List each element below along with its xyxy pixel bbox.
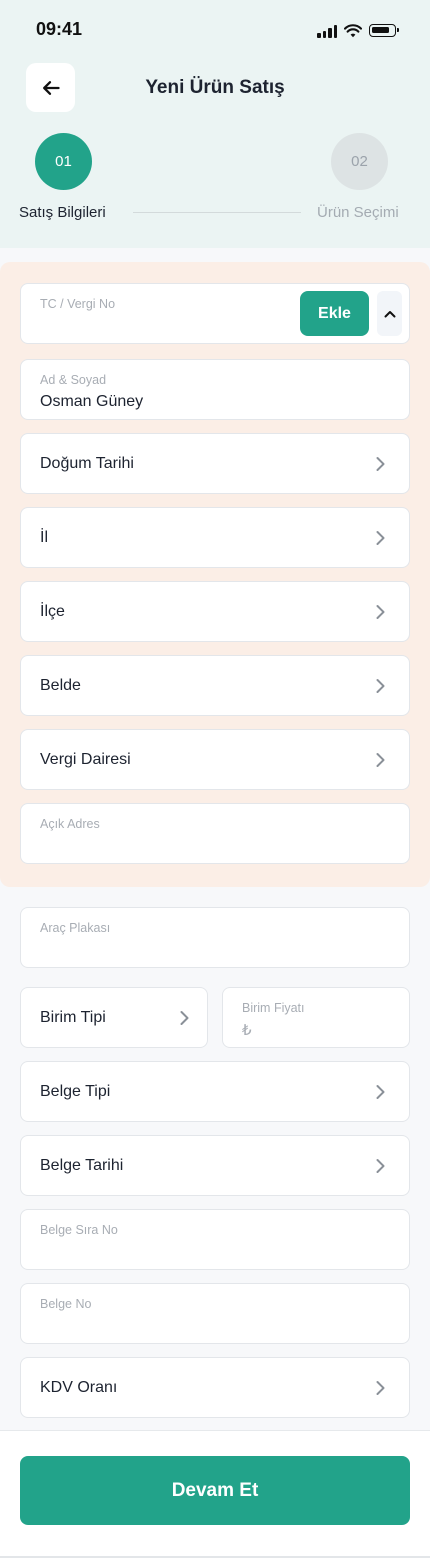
chevron-right-icon [376, 1158, 385, 1173]
add-button[interactable]: Ekle [300, 291, 369, 336]
chevron-right-icon [376, 1380, 385, 1395]
document-seq-placeholder: Belge Sıra No [40, 1223, 118, 1237]
unit-price-placeholder: Birim Fiyatı [242, 1001, 305, 1015]
unit-type-select[interactable]: Birim Tipi [20, 987, 208, 1048]
full-name-placeholder: Ad & Soyad [40, 373, 107, 387]
wifi-icon [344, 24, 362, 38]
document-type-label: Belge Tipi [40, 1082, 111, 1100]
tax-office-label: Vergi Dairesi [40, 750, 131, 768]
chevron-right-icon [376, 456, 385, 471]
district-select[interactable]: İlçe [20, 581, 410, 642]
step-2-circle: 02 [331, 133, 388, 190]
province-label: İl [40, 528, 48, 546]
new-product-sale-screen: 09:41 Yeni Ürün Satış 01 02 Satış Bilgil… [0, 0, 430, 1560]
document-date-label: Belge Tarihi [40, 1156, 124, 1174]
continue-button[interactable]: Devam Et [20, 1456, 410, 1525]
step-1-circle: 01 [35, 133, 92, 190]
address-placeholder: Açık Adres [40, 817, 100, 831]
vat-rate-select[interactable]: KDV Oranı [20, 1357, 410, 1418]
full-name-value: Osman Güney [40, 393, 144, 410]
step-connector [133, 212, 301, 213]
birth-date-select[interactable]: Doğum Tarihi [20, 433, 410, 494]
tc-tax-no-placeholder: TC / Vergi No [40, 297, 116, 311]
chevron-right-icon [180, 1010, 189, 1025]
unit-type-label: Birim Tipi [40, 1008, 106, 1026]
chevron-right-icon [376, 604, 385, 619]
step-2-label: Ürün Seçimi [317, 204, 399, 221]
chevron-right-icon [376, 1084, 385, 1099]
document-type-select[interactable]: Belge Tipi [20, 1061, 410, 1122]
status-bar: 09:41 [0, 0, 430, 58]
footer-divider [0, 1556, 430, 1558]
status-time: 09:41 [36, 19, 83, 39]
unit-price-field[interactable]: Birim Fiyatı ₺ [222, 987, 410, 1048]
chevron-right-icon [376, 752, 385, 767]
vehicle-plate-field[interactable]: Araç Plakası [20, 907, 410, 968]
status-icons [317, 20, 399, 38]
document-date-select[interactable]: Belge Tarihi [20, 1135, 410, 1196]
page-title: Yeni Ürün Satış [145, 77, 285, 98]
tax-office-select[interactable]: Vergi Dairesi [20, 729, 410, 790]
town-label: Belde [40, 676, 81, 694]
currency-symbol: ₺ [242, 1022, 252, 1039]
chevron-right-icon [376, 678, 385, 693]
signal-icon [317, 24, 337, 38]
town-select[interactable]: Belde [20, 655, 410, 716]
vehicle-plate-placeholder: Araç Plakası [40, 921, 111, 935]
chevron-up-icon [384, 310, 395, 317]
birth-date-label: Doğum Tarihi [40, 454, 134, 472]
collapse-button[interactable] [377, 291, 402, 336]
address-field[interactable]: Açık Adres [20, 803, 410, 864]
battery-icon [369, 24, 399, 37]
chevron-right-icon [376, 530, 385, 545]
full-name-field[interactable]: Ad & Soyad Osman Güney [20, 359, 410, 420]
document-no-placeholder: Belge No [40, 1297, 92, 1311]
document-no-field[interactable]: Belge No [20, 1283, 410, 1344]
district-label: İlçe [40, 602, 65, 620]
document-seq-field[interactable]: Belge Sıra No [20, 1209, 410, 1270]
vat-rate-label: KDV Oranı [40, 1378, 118, 1396]
customer-info-section [0, 262, 430, 887]
header-area: 09:41 Yeni Ürün Satış 01 02 Satış Bilgil… [0, 0, 430, 248]
province-select[interactable]: İl [20, 507, 410, 568]
step-1-label: Satış Bilgileri [19, 204, 106, 221]
